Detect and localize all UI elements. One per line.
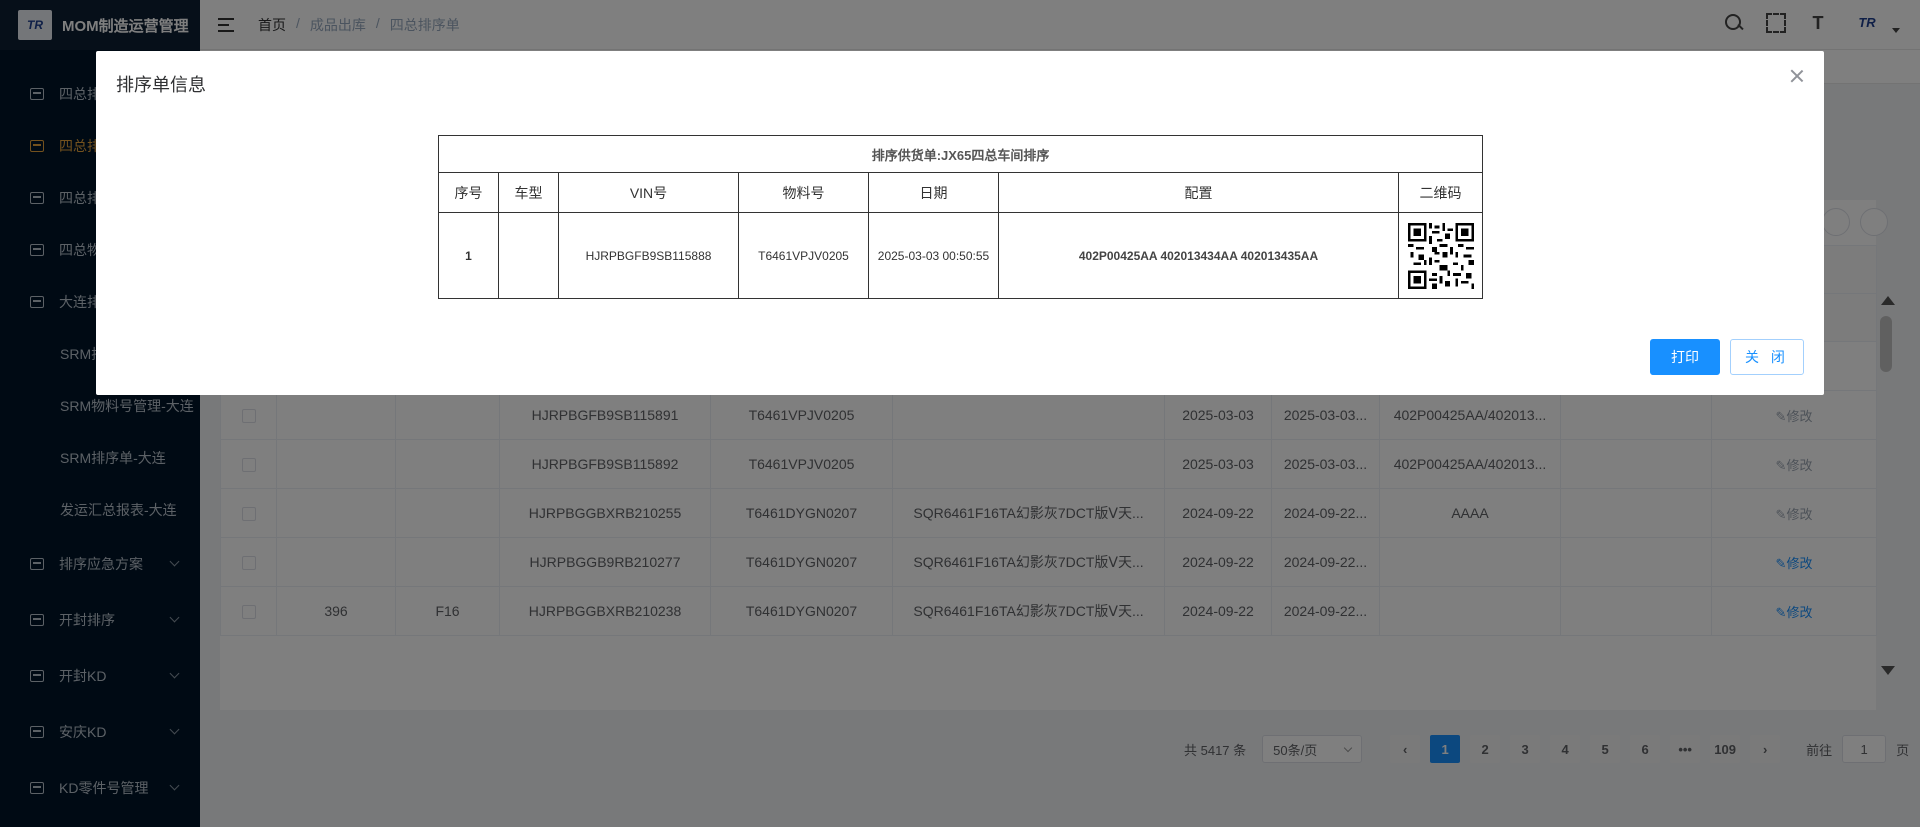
sheet-header: 序号 车型 VIN号 物料号 日期 配置 二维码 — [438, 172, 1484, 213]
cell-date: 2025-03-03 00:50:55 — [868, 212, 999, 299]
print-button[interactable]: 打印 — [1650, 339, 1720, 375]
cell-seq: 1 — [438, 212, 499, 299]
sheet-caption: 排序供货单:JX65四总车间排序 — [437, 135, 1484, 173]
qr-code-icon — [1407, 222, 1474, 289]
header-material: 物料号 — [738, 172, 869, 213]
close-button[interactable]: 关 闭 — [1730, 339, 1804, 375]
sheet-row: 1 HJRPBGFB9SB115888 T6461VPJV0205 2025-0… — [438, 212, 1484, 299]
cell-config: 402P00425AA 402013434AA 402013435AA — [998, 212, 1399, 299]
dialog-title: 排序单信息 — [116, 75, 206, 95]
header-model: 车型 — [498, 172, 559, 213]
header-vin: VIN号 — [558, 172, 739, 213]
close-icon[interactable] — [1790, 69, 1804, 83]
cell-vin: HJRPBGFB9SB115888 — [558, 212, 739, 299]
header-date: 日期 — [868, 172, 999, 213]
sequence-sheet: 排序供货单:JX65四总车间排序 序号 车型 VIN号 物料号 日期 配置 二维… — [437, 135, 1484, 299]
cell-qrcode — [1397, 212, 1484, 299]
header-qrcode: 二维码 — [1397, 172, 1484, 213]
sequence-dialog: 排序单信息 排序供货单:JX65四总车间排序 序号 车型 VIN号 物料号 日期… — [96, 51, 1824, 395]
cell-material: T6461VPJV0205 — [738, 212, 869, 299]
header-seq: 序号 — [438, 172, 499, 213]
cell-model — [498, 212, 559, 299]
header-config: 配置 — [998, 172, 1399, 213]
